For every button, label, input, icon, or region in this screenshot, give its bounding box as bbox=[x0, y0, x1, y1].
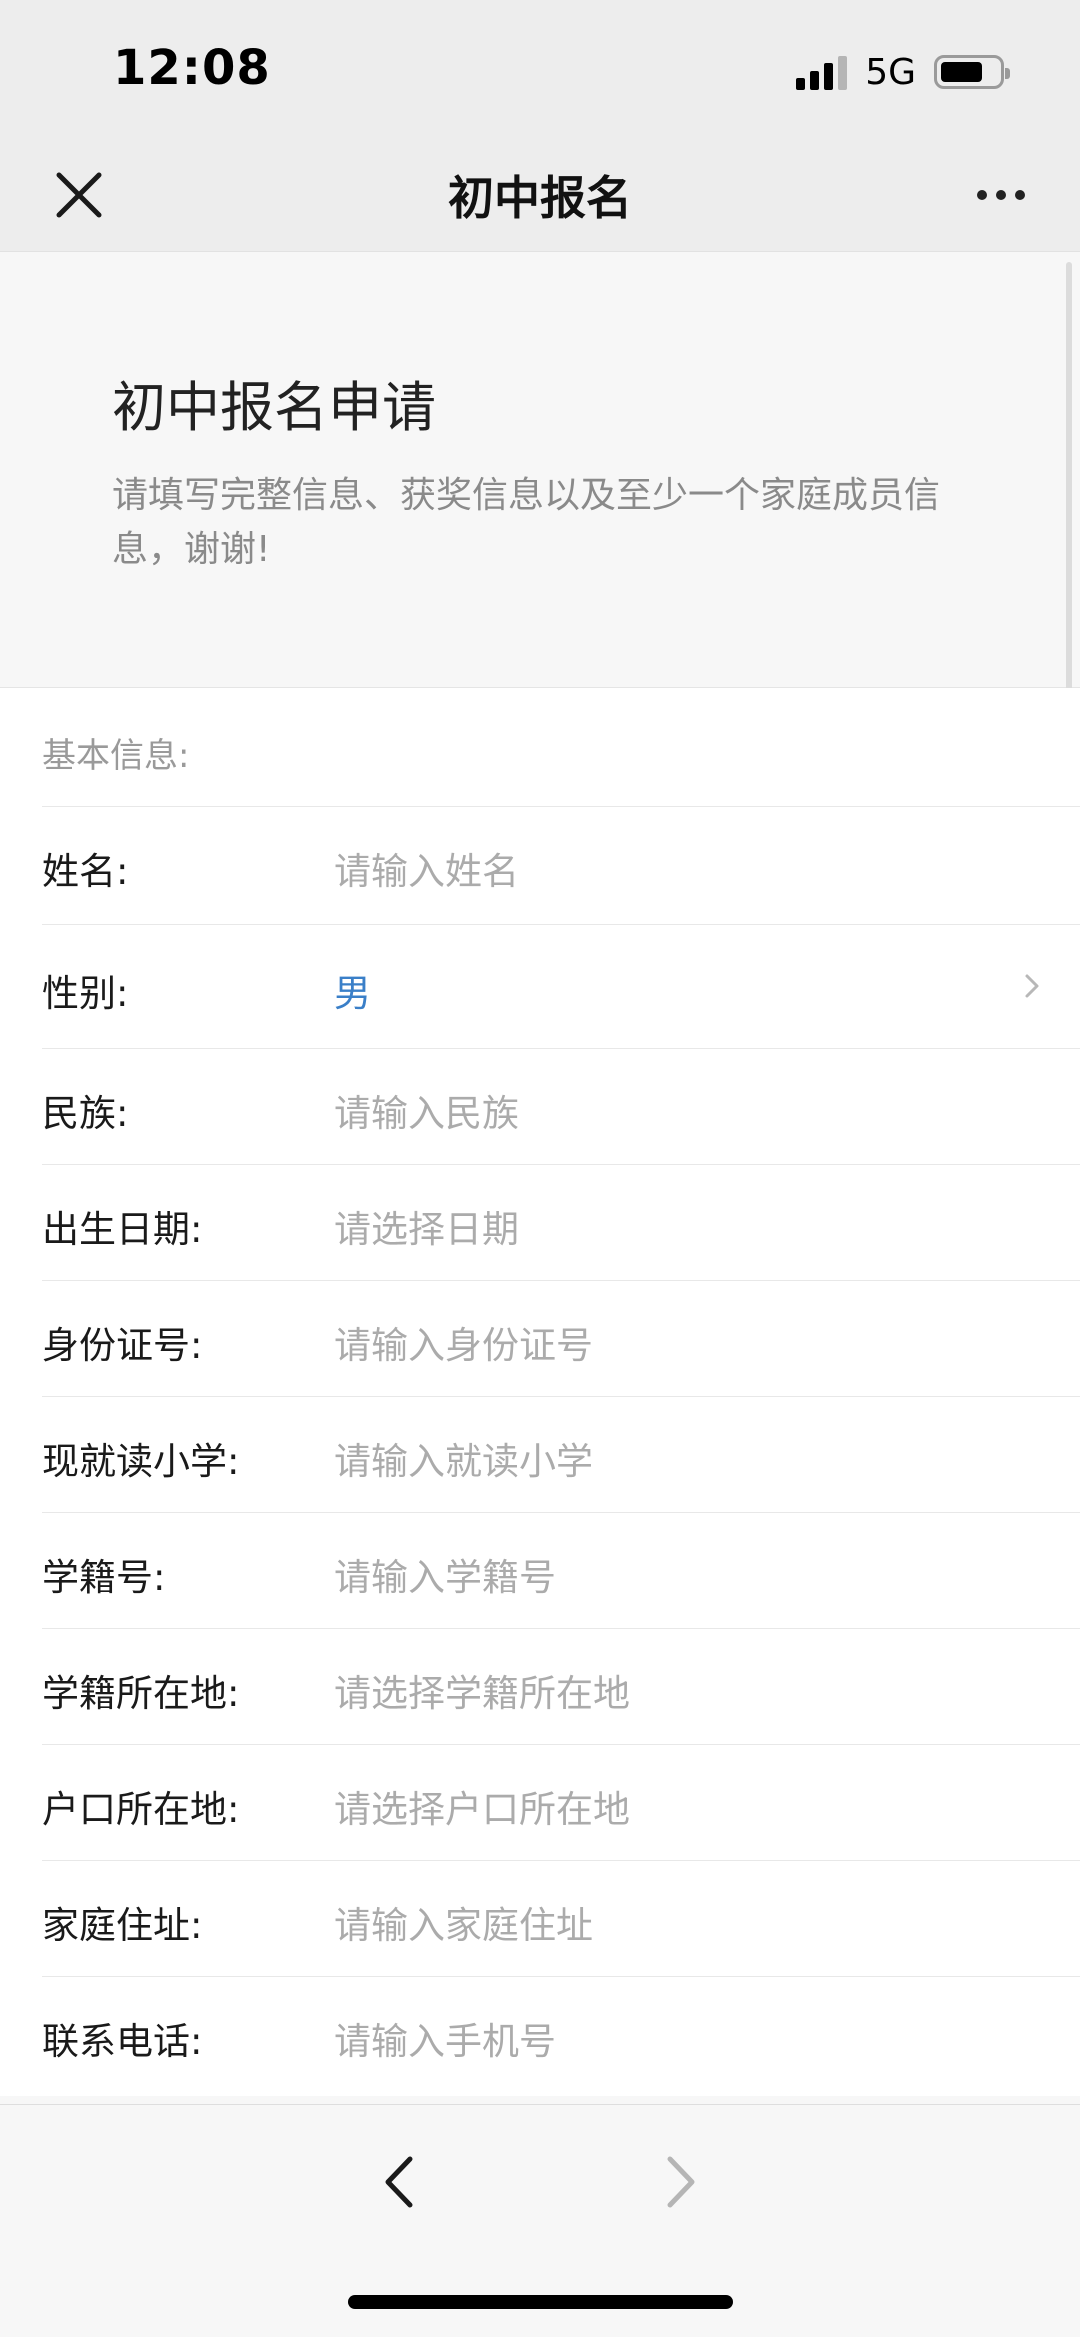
more-icon bbox=[977, 190, 987, 200]
field-row-household-location[interactable]: 户口所在地: 请选择户口所在地 bbox=[42, 1744, 1080, 1831]
field-label: 现就读小学: bbox=[42, 1440, 240, 1483]
battery-icon bbox=[934, 55, 1010, 89]
forward-button[interactable] bbox=[650, 2147, 710, 2217]
field-label: 联系电话: bbox=[42, 2020, 203, 2063]
field-label: 姓名: bbox=[42, 850, 129, 893]
chevron-right-icon bbox=[1025, 974, 1039, 998]
field-label: 学籍所在地: bbox=[42, 1672, 240, 1715]
field-row-primary-school[interactable]: 现就读小学: 请输入就读小学 bbox=[42, 1396, 1080, 1483]
field-label: 学籍号: bbox=[42, 1556, 166, 1599]
field-label: 户口所在地: bbox=[42, 1788, 240, 1831]
screen: 12:08 5G 初中报名 初中报名申请 请填写完整信息、获奖信息以及至少一个家… bbox=[0, 0, 1080, 2337]
field-row-student-id[interactable]: 学籍号: 请输入学籍号 bbox=[42, 1512, 1080, 1599]
back-button[interactable] bbox=[370, 2147, 430, 2217]
ethnicity-input[interactable]: 请输入民族 bbox=[334, 1083, 519, 1137]
household-location-picker[interactable]: 请选择户口所在地 bbox=[334, 1779, 630, 1833]
page-title: 初中报名 bbox=[448, 171, 632, 225]
field-label: 家庭住址: bbox=[42, 1904, 203, 1947]
birthdate-picker[interactable]: 请选择日期 bbox=[334, 1199, 519, 1253]
field-row-name[interactable]: 姓名: 请输入姓名 bbox=[42, 806, 1080, 893]
field-row-gender[interactable]: 性别: 男 bbox=[42, 924, 1080, 1015]
field-row-ethnicity[interactable]: 民族: 请输入民族 bbox=[42, 1048, 1080, 1135]
address-input[interactable]: 请输入家庭住址 bbox=[334, 1895, 593, 1949]
field-label: 性别: bbox=[42, 972, 129, 1015]
primary-school-input[interactable]: 请输入就读小学 bbox=[334, 1431, 593, 1485]
field-row-registry-location[interactable]: 学籍所在地: 请选择学籍所在地 bbox=[42, 1628, 1080, 1715]
network-label: 5G bbox=[865, 51, 916, 93]
form-body: 基本信息: 姓名: 请输入姓名 性别: 男 民族: 请输入民族 出生日期: 请选… bbox=[0, 688, 1080, 2096]
field-label: 出生日期: bbox=[42, 1208, 203, 1251]
nav-bar: 初中报名 bbox=[0, 140, 1080, 252]
name-input[interactable]: 请输入姓名 bbox=[334, 841, 519, 895]
signal-icon bbox=[796, 54, 848, 90]
student-id-input[interactable]: 请输入学籍号 bbox=[334, 1547, 556, 1601]
status-indicators: 5G bbox=[796, 50, 1010, 94]
chevron-left-icon bbox=[385, 2156, 413, 2208]
field-row-birthdate[interactable]: 出生日期: 请选择日期 bbox=[42, 1164, 1080, 1251]
form-header: 初中报名申请 请填写完整信息、获奖信息以及至少一个家庭成员信息，谢谢! bbox=[0, 253, 1080, 688]
field-row-id-number[interactable]: 身份证号: 请输入身份证号 bbox=[42, 1280, 1080, 1367]
field-label: 身份证号: bbox=[42, 1324, 203, 1367]
status-time: 12:08 bbox=[113, 40, 271, 96]
registry-location-picker[interactable]: 请选择学籍所在地 bbox=[334, 1663, 630, 1717]
field-row-address[interactable]: 家庭住址: 请输入家庭住址 bbox=[42, 1860, 1080, 1947]
field-label: 民族: bbox=[42, 1092, 129, 1135]
phone-input[interactable]: 请输入手机号 bbox=[334, 2011, 556, 2065]
status-bar: 12:08 5G bbox=[0, 0, 1080, 140]
more-button[interactable] bbox=[966, 170, 1036, 220]
form-title: 初中报名申请 bbox=[112, 376, 436, 439]
chevron-right-icon bbox=[667, 2156, 695, 2208]
battery-fill bbox=[941, 62, 982, 82]
section-label: 基本信息: bbox=[42, 736, 190, 776]
field-row-phone[interactable]: 联系电话: 请输入手机号 bbox=[42, 1976, 1080, 2096]
home-indicator[interactable] bbox=[348, 2295, 733, 2309]
gender-select[interactable]: 男 bbox=[334, 963, 371, 1017]
id-number-input[interactable]: 请输入身份证号 bbox=[334, 1315, 593, 1369]
form-description: 请填写完整信息、获奖信息以及至少一个家庭成员信息，谢谢! bbox=[112, 475, 941, 570]
